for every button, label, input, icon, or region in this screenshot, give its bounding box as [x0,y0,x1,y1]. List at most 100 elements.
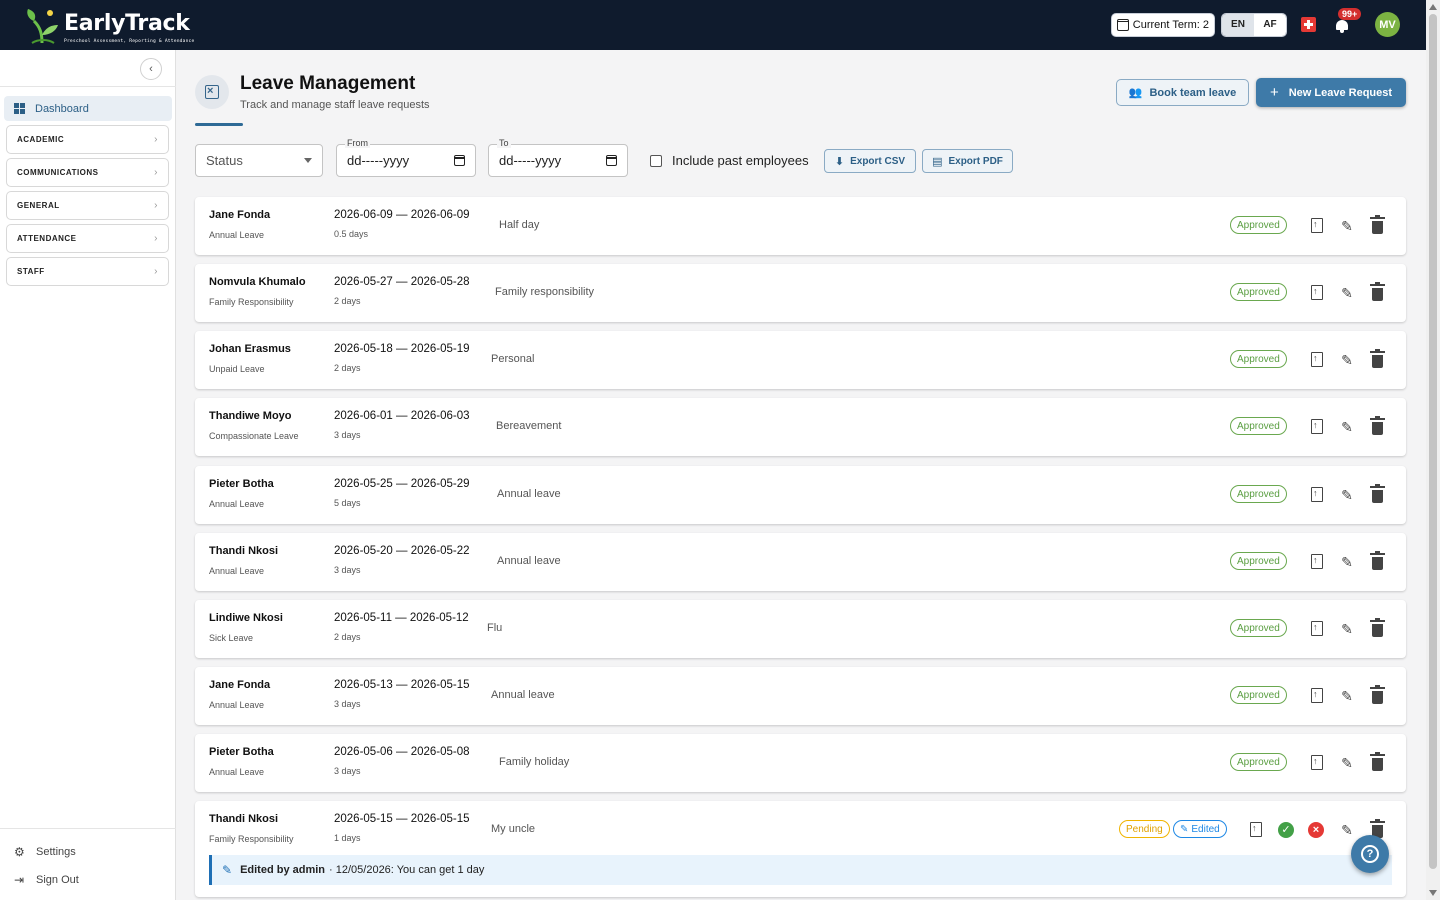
user-avatar[interactable]: MV [1375,12,1400,37]
include-past-employees-checkbox[interactable]: Include past employees [650,153,809,168]
delete-icon[interactable] [1369,281,1385,301]
leave-days: 3 days [334,565,361,575]
download-icon: ⬇ [834,155,845,168]
delete-icon[interactable] [1369,214,1385,234]
status-select[interactable]: Status [195,144,323,177]
new-leave-request-button[interactable]: + New Leave Request [1256,78,1406,107]
sidebar-section-attendance[interactable]: ATTENDANCE › [6,224,169,253]
checkbox[interactable] [650,154,662,167]
leave-request-row[interactable]: Lindiwe Nkosi Sick Leave 2026-05-11 — 2026… [195,600,1406,658]
leave-type: Annual Leave [209,700,265,710]
export-csv-button[interactable]: ⬇ Export CSV [824,149,916,173]
leave-request-row[interactable]: Jane Fonda Annual Leave 2026-06-09 — 2026-… [195,197,1406,255]
delete-icon[interactable] [1369,483,1385,503]
upload-document-icon[interactable] [1309,620,1325,637]
leave-reason: My uncle [491,823,536,835]
leave-request-row[interactable]: Thandi Nkosi Family Responsibility 2026-05… [195,801,1406,897]
leave-type: Compassionate Leave [209,431,299,441]
leave-dates: 2026-05-13 — 2026-05-15 [334,679,470,691]
notifications-button[interactable]: 99+ [1334,7,1362,34]
edited-badge: ✎ Edited [1173,820,1227,838]
delete-icon[interactable] [1369,348,1385,368]
scroll-down-arrow-icon[interactable] [1429,890,1437,896]
sidebar-section-staff[interactable]: STAFF › [6,257,169,286]
leave-reason: Annual leave [491,689,555,701]
scrollbar-thumb[interactable] [1429,14,1437,869]
leave-request-row[interactable]: Pieter Botha Annual Leave 2026-05-06 — 202… [195,734,1406,792]
page-scrollbar[interactable] [1426,0,1440,900]
sign-out-link[interactable]: ⇥ Sign Out [14,873,79,887]
sidebar-section-academic[interactable]: ACADEMIC › [6,125,169,154]
upload-document-icon[interactable] [1309,553,1325,570]
leave-reason: Half day [499,219,540,231]
lang-en-button[interactable]: EN [1222,13,1254,36]
leave-request-row[interactable]: Pieter Botha Annual Leave 2026-05-25 — 202… [195,466,1406,524]
settings-link[interactable]: ⚙ Settings [14,845,76,859]
delete-icon[interactable] [1369,684,1385,704]
sidebar-section-communications[interactable]: COMMUNICATIONS › [6,158,169,187]
employee-name: Thandiwe Moyo [209,410,292,422]
upload-document-icon[interactable] [1248,821,1264,838]
edit-icon[interactable]: ✎ [1339,486,1355,503]
current-term-button[interactable]: Current Term: 2 [1110,12,1215,37]
leave-type: Family Responsibility [209,297,294,307]
upload-document-icon[interactable] [1309,486,1325,503]
sidebar-item-dashboard[interactable]: Dashboard [4,96,172,121]
delete-icon[interactable] [1369,415,1385,435]
edit-icon[interactable]: ✎ [1339,821,1355,838]
main-content: Leave Management Track and manage staff … [177,50,1426,900]
employee-name: Pieter Botha [209,478,274,490]
help-button[interactable]: ? [1351,835,1389,873]
export-pdf-button[interactable]: ▤ Export PDF [922,149,1013,173]
sidebar-item-label: Dashboard [35,102,89,115]
book-team-leave-button[interactable]: 👥 Book team leave [1116,79,1249,106]
leave-request-row[interactable]: Thandi Nkosi Annual Leave 2026-05-20 — 202… [195,533,1406,591]
lang-af-button[interactable]: AF [1254,13,1286,36]
leave-request-row[interactable]: Johan Erasmus Unpaid Leave 2026-05-18 — 20… [195,331,1406,389]
edit-icon[interactable]: ✎ [1339,351,1355,368]
edit-icon[interactable]: ✎ [1339,284,1355,301]
upload-document-icon[interactable] [1309,351,1325,368]
edit-icon[interactable]: ✎ [1339,754,1355,771]
from-date-input[interactable]: From dd-----yyyy [336,138,476,177]
edit-icon[interactable]: ✎ [1339,553,1355,570]
edit-icon[interactable]: ✎ [1339,418,1355,435]
calendar-icon[interactable] [454,155,465,166]
sidebar-collapse-button[interactable]: ‹ [140,58,162,80]
employee-name: Lindiwe Nkosi [209,612,283,624]
edit-icon[interactable]: ✎ [1339,620,1355,637]
upload-document-icon[interactable] [1309,687,1325,704]
leave-request-row[interactable]: Nomvula Khumalo Family Responsibility 2026… [195,264,1406,322]
brand-logo[interactable]: EarlyTrack Preschool Assessment, Reporti… [24,5,195,45]
first-aid-icon[interactable] [1301,17,1316,32]
bell-icon [1336,19,1348,30]
calendar-icon[interactable] [606,155,617,166]
upload-document-icon[interactable] [1309,284,1325,301]
scroll-up-arrow-icon[interactable] [1429,4,1437,10]
upload-document-icon[interactable] [1309,217,1325,234]
delete-icon[interactable] [1369,617,1385,637]
to-date-input[interactable]: To dd-----yyyy [488,138,628,177]
approve-icon[interactable]: ✓ [1278,821,1294,838]
chevron-left-icon: ‹ [149,63,153,75]
chevron-right-icon: › [154,266,158,277]
sidebar: ‹ Dashboard ACADEMIC › COMMUNICATIONS › GE… [0,50,176,900]
reject-icon[interactable]: × [1308,821,1324,838]
page-title: Leave Management [240,73,416,94]
chevron-right-icon: › [154,167,158,178]
upload-document-icon[interactable] [1309,754,1325,771]
dashboard-icon [14,103,25,114]
edit-icon[interactable]: ✎ [1339,217,1355,234]
leave-dates: 2026-06-01 — 2026-06-03 [334,410,470,422]
upload-document-icon[interactable] [1309,418,1325,435]
status-badge: Pending [1119,820,1170,838]
chevron-right-icon: › [154,134,158,145]
leave-reason: Family responsibility [495,286,595,298]
leave-request-row[interactable]: Jane Fonda Annual Leave 2026-05-13 — 2026-… [195,667,1406,725]
edit-icon[interactable]: ✎ [1339,687,1355,704]
leave-request-row[interactable]: Thandiwe Moyo Compassionate Leave 2026-06-… [195,398,1406,456]
leave-days: 0.5 days [334,229,369,239]
delete-icon[interactable] [1369,751,1385,771]
delete-icon[interactable] [1369,550,1385,570]
sidebar-section-general[interactable]: GENERAL › [6,191,169,220]
